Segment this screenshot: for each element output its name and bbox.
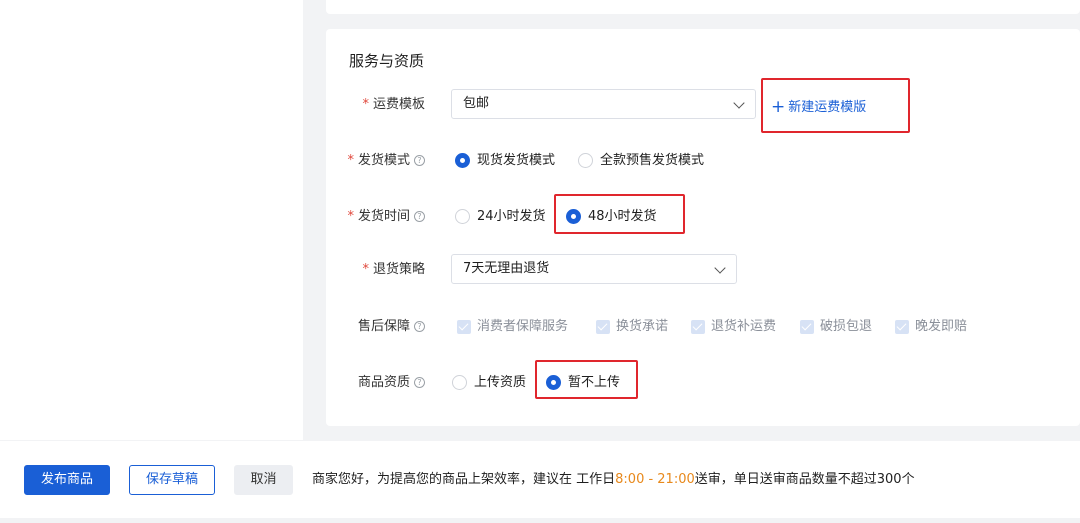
help-icon[interactable]: ? — [414, 377, 425, 388]
radio-icon — [455, 153, 470, 168]
radio-24h-shipping[interactable]: 24小时发货 — [455, 201, 546, 233]
highlight-box-48h — [554, 194, 685, 234]
return-policy-label: * 退货策略 — [362, 262, 425, 277]
qualification-label: 商品资质? — [358, 367, 425, 399]
ship-mode-row: * 发货模式? 现货发货模式 全款预售发货模式 — [0, 145, 1080, 177]
radio-icon — [452, 375, 467, 390]
required-mark: * — [362, 97, 369, 112]
shipping-template-row: * 运费模板 包邮 — [0, 89, 1080, 121]
previous-section-card — [326, 0, 1080, 14]
checkbox-checked-icon — [691, 320, 705, 334]
help-icon[interactable]: ? — [414, 155, 425, 166]
checkbox-checked-icon — [895, 320, 909, 334]
footer-bar: 发布商品 保存草稿 取消 商家您好，为提高您的商品上架效率，建议在 工作日8:0… — [0, 441, 1080, 518]
help-icon[interactable]: ? — [414, 211, 425, 222]
save-draft-button[interactable]: 保存草稿 — [129, 465, 215, 495]
checkbox-damage-return: 破损包退 — [800, 311, 872, 343]
checkbox-return-shipping: 退货补运费 — [691, 311, 776, 343]
notice-time: 8:00 - 21:00 — [615, 472, 695, 487]
return-policy-select[interactable]: 7天无理由退货 — [451, 254, 737, 284]
cancel-button[interactable]: 取消 — [234, 465, 293, 495]
radio-presale-mode[interactable]: 全款预售发货模式 — [578, 145, 704, 177]
checkbox-late-compensation: 晚发即赔 — [895, 311, 967, 343]
publish-button[interactable]: 发布商品 — [24, 465, 110, 495]
required-mark: * — [347, 209, 354, 224]
radio-icon — [578, 153, 593, 168]
after-sales-label: 售后保障? — [358, 311, 425, 343]
checkbox-checked-icon — [800, 320, 814, 334]
highlight-box-skip-upload — [535, 360, 638, 399]
checkbox-exchange-promise: 换货承诺 — [596, 311, 668, 343]
chevron-down-icon — [714, 262, 726, 274]
checkbox-checked-icon — [457, 320, 471, 334]
shipping-template-select[interactable]: 包邮 — [451, 89, 756, 119]
help-icon[interactable]: ? — [414, 321, 425, 332]
required-mark: * — [362, 262, 369, 277]
radio-upload-qualification[interactable]: 上传资质 — [452, 367, 526, 399]
highlight-box-new-template — [761, 78, 910, 133]
checkbox-checked-icon — [596, 320, 610, 334]
required-mark: * — [347, 153, 354, 168]
after-sales-row: 售后保障? 消费者保障服务 换货承诺 退货补运费 破损包退 晚发即赔 — [0, 311, 1080, 343]
submission-notice: 商家您好，为提高您的商品上架效率，建议在 工作日8:00 - 21:00送审，单… — [312, 472, 915, 487]
chevron-down-icon — [733, 97, 745, 109]
radio-icon — [455, 209, 470, 224]
shipping-template-value: 包邮 — [463, 96, 490, 111]
shipping-template-label: * 运费模板 — [362, 97, 425, 112]
ship-time-label: * 发货时间? — [347, 201, 425, 233]
radio-spot-mode[interactable]: 现货发货模式 — [455, 145, 555, 177]
checkbox-consumer-protection: 消费者保障服务 — [457, 311, 568, 343]
ship-mode-label: * 发货模式? — [347, 145, 425, 177]
return-policy-value: 7天无理由退货 — [463, 261, 550, 276]
return-policy-row: * 退货策略 7天无理由退货 — [0, 254, 1080, 286]
section-title: 服务与资质 — [349, 52, 425, 70]
ship-time-row: * 发货时间? 24小时发货 48小时发货 — [0, 201, 1080, 233]
